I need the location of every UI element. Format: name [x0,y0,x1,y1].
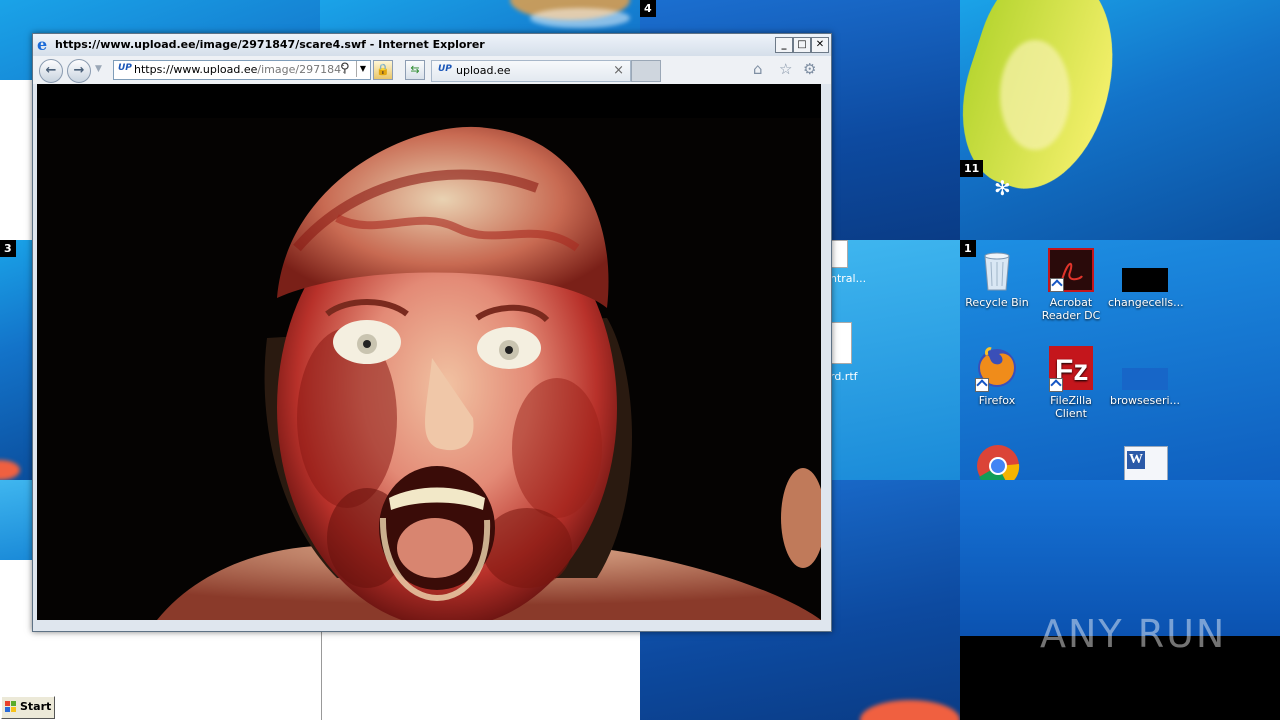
window-title: https://www.upload.ee/image/2971847/scar… [55,38,485,51]
home-icon[interactable]: ⌂ [753,62,763,77]
file-icon [830,240,848,268]
desktop-icon-label: Recycle Bin [965,296,1029,309]
ie-logo-icon: e [37,35,48,54]
windows-flag-icon [5,701,16,712]
refresh-button[interactable]: ⇆ [405,60,425,80]
blue-file-icon [1122,368,1168,390]
back-button[interactable]: ← [39,59,63,83]
title-bar[interactable]: e https://www.upload.ee/image/2971847/sc… [33,34,831,56]
partial-label-central: ntral... [830,272,867,285]
minimize-button[interactable]: _ [775,37,793,53]
desktop-tile-center-right: ntral... rd.rtf [830,240,960,480]
new-tab-button[interactable] [631,60,661,82]
desktop-icon-label: Acrobat Reader DC [1041,296,1101,322]
anyrun-watermark: ANY RUN [1040,612,1227,656]
start-label: Start [20,700,52,713]
tab-favicon: UP [438,64,452,74]
address-text[interactable]: https://www.upload.ee/image/2971847/s [134,63,344,76]
refresh-icon: ⇆ [410,63,420,76]
lock-button[interactable]: 🔒 [373,60,393,80]
forward-arrow-icon: → [73,63,85,78]
search-icon[interactable]: ⚲ [340,61,350,76]
desktop-tile-white-bottom-2 [321,630,641,720]
tab-close-icon[interactable]: × [613,63,624,78]
address-bar[interactable]: UP https://www.upload.ee/image/2971847/s… [113,60,371,80]
desktop-icon-label: changecells... [1108,296,1184,309]
close-button[interactable]: ✕ [811,37,829,53]
history-dropdown-icon[interactable]: ▼ [95,64,102,74]
desktop-icon-recycle-bin[interactable]: Recycle Bin [960,248,1034,309]
black-file-icon [1122,268,1168,292]
sparkle-icon: ✻ [994,176,1011,200]
maximize-button[interactable]: □ [793,37,811,53]
start-button[interactable]: Start [1,696,55,719]
desktop-icon-changecells[interactable]: changecells... [1108,248,1184,309]
ie-window[interactable]: e https://www.upload.ee/image/2971847/sc… [32,33,832,632]
filezilla-icon: Fz [1049,346,1093,392]
desktop-icon-firefox[interactable]: Firefox [960,346,1034,407]
word-doc-icon[interactable]: W [1124,446,1168,480]
flash-content-image [37,118,821,620]
desktop-tile-11: ✻ 11 [960,0,1280,240]
tab-label: upload.ee [456,64,511,77]
tile-number: 4 [640,0,656,17]
chrome-icon[interactable] [976,444,1020,480]
tile-number: 11 [960,160,984,177]
desktop-icon-label: Firefox [978,394,1016,407]
desktop-icon-filezilla[interactable]: Fz FileZilla Client [1034,346,1108,420]
desktop-tile-bottom-right [960,480,1280,720]
back-arrow-icon: ← [45,63,57,78]
address-host: https://www.upload.ee [134,63,258,76]
navigation-bar: ← → ▼ UP https://www.upload.ee/image/297… [33,56,831,84]
acrobat-icon [1048,248,1094,292]
tile-number: 3 [0,240,16,257]
partial-label-rtf: rd.rtf [830,370,858,383]
desktop-tile-left-bottom [0,480,32,560]
gear-icon[interactable]: ⚙ [803,62,816,77]
firefox-icon [975,346,1019,392]
address-dropdown-button[interactable]: ▼ [356,61,369,77]
forward-button[interactable]: → [67,59,91,83]
desktop-icon-label: browseseri... [1109,394,1181,407]
star-icon[interactable]: ☆ [779,62,792,77]
desktop-tile-left-blank [0,80,32,240]
tab-upload-ee[interactable]: UP upload.ee × [431,60,631,82]
desktop-tile-1: 1 Recycle Bin Acrobat Reader DC changece… [960,240,1280,480]
desktop-icon-browseseri[interactable]: browseseri... [1108,346,1182,407]
desktop-icon-acrobat[interactable]: Acrobat Reader DC [1034,248,1108,322]
site-favicon: UP [118,63,132,73]
address-path: /image/2971847/s [257,63,344,76]
lock-icon: 🔒 [376,63,390,76]
desktop-tile-3: 3 [0,240,32,480]
desktop-icon-label: FileZilla Client [1050,394,1092,420]
recycle-bin-icon [975,248,1019,292]
document-icon [830,322,852,364]
page-content[interactable] [37,84,821,620]
